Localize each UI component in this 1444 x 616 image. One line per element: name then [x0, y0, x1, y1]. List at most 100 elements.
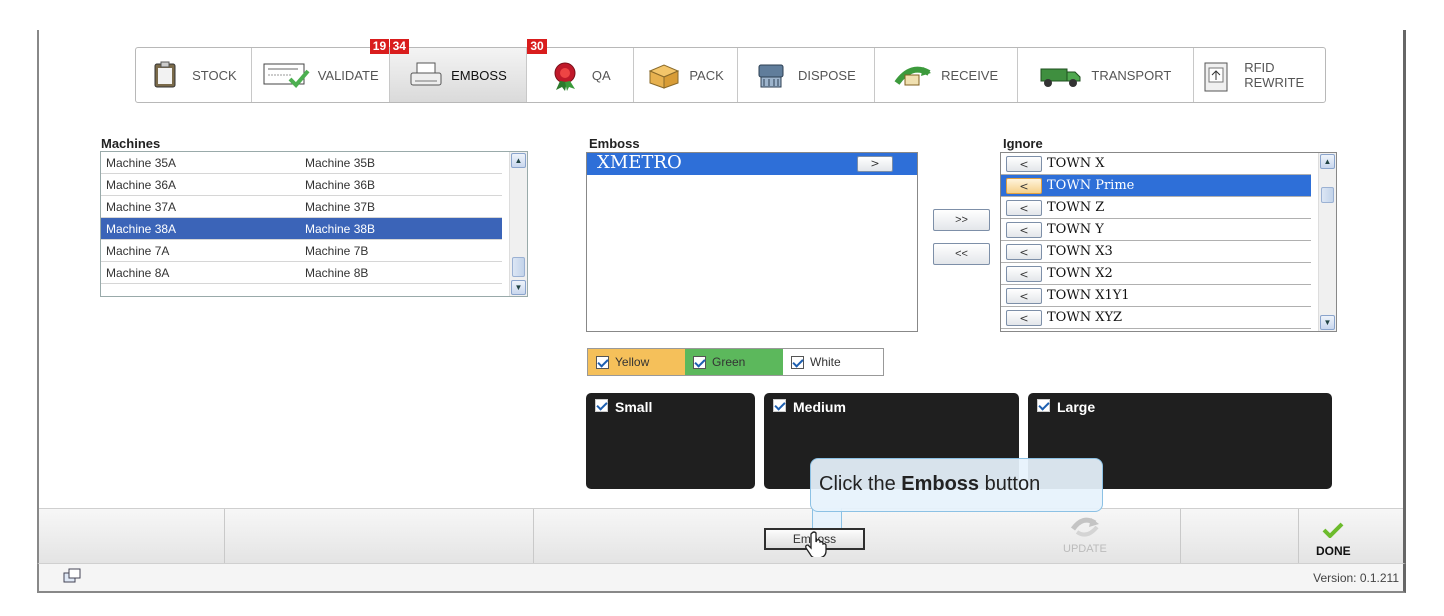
tab-stock[interactable]: STOCK — [136, 48, 252, 102]
list-item[interactable]: < TOWN Z — [1001, 197, 1311, 219]
town-label: TOWN XYZ — [1047, 310, 1123, 325]
tab-label: VALIDATE — [317, 67, 379, 83]
town-label: TOWN Prime — [1047, 178, 1135, 193]
checkbox-checked-icon[interactable] — [596, 355, 609, 369]
size-panel-small[interactable]: Small — [586, 393, 755, 489]
ignore-label: Ignore — [1003, 136, 1043, 151]
scroll-thumb[interactable] — [1321, 187, 1334, 203]
list-item[interactable]: < TOWN X — [1001, 153, 1311, 175]
version-text: Version: 0.1.211 — [1313, 571, 1399, 585]
town-label: TOWN X3 — [1047, 244, 1113, 259]
checkbox-checked-icon[interactable] — [595, 399, 608, 412]
scroll-up-icon[interactable]: ▲ — [511, 153, 526, 168]
ignore-list[interactable]: < TOWN X < TOWN Prime < TOWN Z < TOWN Y < TOW… — [1000, 152, 1337, 332]
tab-label-line2: REWRITE — [1244, 75, 1305, 90]
tab-validate[interactable]: 19 VALIDATE — [252, 39, 390, 102]
move-to-emboss-button[interactable]: < — [1006, 178, 1042, 194]
tab-label: EMBOSS — [451, 67, 507, 83]
window-icon[interactable] — [63, 568, 81, 591]
emboss-item-selected[interactable]: XMETRO > — [587, 153, 917, 175]
move-to-emboss-button[interactable]: < — [1006, 156, 1042, 172]
bottom-action-bar — [39, 508, 1403, 563]
move-to-emboss-button[interactable]: < — [1006, 266, 1042, 282]
move-to-emboss-button[interactable]: < — [1006, 244, 1042, 260]
list-item[interactable]: Machine 8A Machine 8B — [101, 262, 502, 284]
ignore-scrollbar[interactable]: ▲ ▼ — [1318, 153, 1336, 331]
divider — [224, 509, 225, 563]
checkmark-icon — [1321, 522, 1345, 541]
checkbox-checked-icon[interactable] — [791, 355, 804, 369]
tab-dispose[interactable]: DISPOSE — [738, 48, 875, 102]
list-item[interactable]: Machine 35A Machine 35B — [101, 152, 502, 174]
color-filter-white[interactable]: White — [783, 349, 883, 375]
emboss-label: Emboss — [589, 136, 640, 151]
tab-qa[interactable]: 30 QA — [527, 39, 635, 102]
list-item[interactable]: Machine 36A Machine 36B — [101, 174, 502, 196]
color-filter-group: Yellow Green White — [587, 348, 884, 376]
list-item-selected[interactable]: Machine 38A Machine 38B — [101, 218, 502, 240]
divider — [1180, 509, 1181, 563]
list-item[interactable]: < TOWN X2 — [1001, 263, 1311, 285]
instruction-callout: Click the Emboss button — [810, 458, 1103, 512]
tab-label: PACK — [689, 67, 724, 83]
clipboard-icon — [150, 61, 184, 89]
color-filter-green[interactable]: Green — [685, 349, 783, 375]
tab-label: DISPOSE — [797, 67, 856, 83]
emboss-list[interactable]: XMETRO > — [586, 152, 918, 332]
move-all-right-button[interactable]: >> — [933, 209, 990, 231]
tab-receive[interactable]: RECEIVE — [875, 48, 1018, 102]
tab-emboss[interactable]: 34 EMBOSS — [389, 39, 528, 102]
callout-text-prefix: Click the — [819, 473, 902, 495]
move-to-emboss-button[interactable]: < — [1006, 200, 1042, 216]
emboss-count-badge: 34 — [389, 39, 409, 54]
rosette-icon — [550, 61, 584, 91]
scroll-down-icon[interactable]: ▼ — [511, 280, 526, 295]
town-label: TOWN X — [1047, 156, 1105, 171]
list-item[interactable]: < TOWN X3 — [1001, 241, 1311, 263]
tab-label: TRANSPORT — [1091, 67, 1172, 83]
list-item[interactable]: < TOWN XYZ — [1001, 307, 1311, 329]
checkbox-checked-icon[interactable] — [1037, 399, 1050, 412]
machine-b: Machine 35B — [305, 155, 376, 170]
move-all-left-button[interactable]: << — [933, 243, 990, 265]
tab-transport[interactable]: TRANSPORT — [1018, 48, 1195, 102]
list-item[interactable]: < TOWN X1Y1 — [1001, 285, 1311, 307]
update-icon — [1069, 515, 1101, 540]
color-filter-label: Yellow — [615, 355, 650, 369]
rfid-rewrite-label: RFID REWRITE — [1244, 60, 1304, 90]
scroll-down-icon[interactable]: ▼ — [1320, 315, 1335, 330]
tab-rfid-rewrite[interactable]: RFID REWRITE — [1194, 48, 1325, 102]
machines-list[interactable]: Machine 35A Machine 35B Machine 36A Machin… — [100, 151, 528, 297]
truck-icon — [1039, 61, 1083, 89]
machine-a: Machine 36A — [106, 177, 177, 192]
list-item-selected[interactable]: < TOWN Prime — [1001, 175, 1311, 197]
list-item[interactable]: Machine 7A Machine 7B — [101, 240, 502, 262]
size-label: Large — [1057, 399, 1096, 415]
list-item[interactable]: Machine 37A Machine 37B — [101, 196, 502, 218]
machines-label: Machines — [101, 136, 161, 151]
machine-a: Machine 37A — [106, 199, 177, 214]
move-to-ignore-button[interactable]: > — [857, 156, 893, 172]
move-to-emboss-button[interactable]: < — [1006, 288, 1042, 304]
tab-label-line1: RFID — [1244, 60, 1275, 75]
checkbox-checked-icon[interactable] — [773, 399, 786, 412]
scroll-up-icon[interactable]: ▲ — [1320, 154, 1335, 169]
list-item[interactable]: < TOWN Y — [1001, 219, 1311, 241]
machine-a: Machine 8A — [106, 265, 170, 280]
hand-cursor-icon — [805, 531, 827, 562]
shredder-icon — [756, 61, 790, 89]
update-button[interactable]: UPDATE — [1063, 515, 1107, 555]
machine-b: Machine 7B — [305, 243, 369, 258]
checkbox-checked-icon[interactable] — [693, 355, 706, 369]
validate-card-icon — [262, 61, 310, 89]
done-button[interactable]: DONE — [1316, 522, 1351, 558]
move-to-emboss-button[interactable]: < — [1006, 222, 1042, 238]
machines-scrollbar[interactable]: ▲ ▼ — [509, 152, 527, 296]
color-filter-yellow[interactable]: Yellow — [588, 349, 685, 375]
machine-b: Machine 37B — [305, 199, 376, 214]
tab-pack[interactable]: PACK — [634, 48, 738, 102]
color-filter-label: White — [810, 355, 841, 369]
move-to-emboss-button[interactable]: < — [1006, 310, 1042, 326]
scroll-thumb[interactable] — [512, 257, 525, 277]
callout-text-bold: Emboss — [901, 473, 980, 495]
